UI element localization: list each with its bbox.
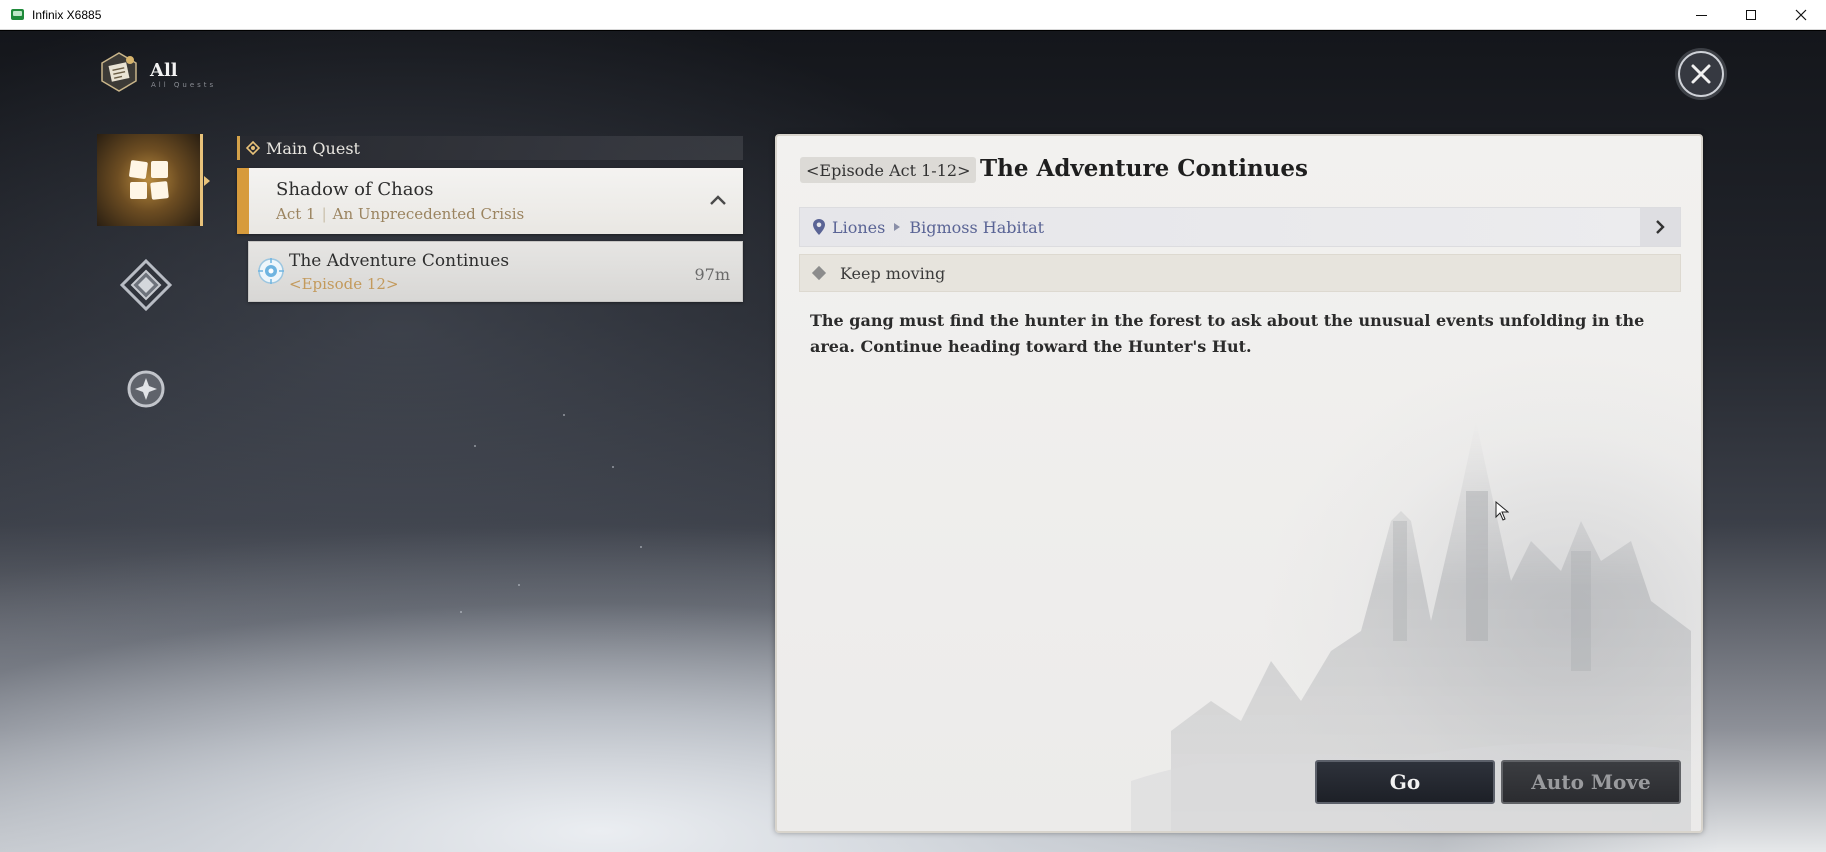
quest-grid-icon [128,160,169,200]
location-navigate-button[interactable] [1640,208,1680,246]
auto-move-button[interactable]: Auto Move [1501,760,1681,804]
maximize-icon [1746,10,1756,20]
nav-tab-events[interactable] [124,367,168,411]
chapter-card[interactable]: Shadow of Chaos Act 1 | An Unprecedented C… [237,168,743,234]
quest-item-distance: 97m [694,265,730,284]
page-subtitle: All Quests [151,81,217,89]
chevron-up-icon[interactable] [709,193,727,207]
window-controls [1676,0,1826,30]
location-region: Liones [832,217,886,237]
background-star [640,546,642,548]
background-star [518,584,520,586]
page-title: All [150,60,178,81]
close-icon [1795,9,1807,21]
window-title: Infinix X6885 [32,7,102,22]
section-header-main-quest: Main Quest [237,136,743,160]
quest-detail-panel: <Episode Act 1-12> The Adventure Continu… [775,134,1703,833]
location-pin-icon [813,219,825,235]
background-star [612,466,614,468]
separator: | [321,205,327,223]
diamond-compass-icon [120,259,172,311]
caret-right-icon [894,223,901,231]
quest-item-title: The Adventure Continues [289,251,510,271]
section-label: Main Quest [266,138,360,158]
chevron-right-icon [1656,220,1665,234]
background-star [474,445,476,447]
window-titlebar: Infinix X6885 [0,0,1826,30]
target-marker-icon [258,258,284,284]
nav-tab-side-quests[interactable] [118,257,174,313]
quest-description: The gang must find the hunter in the for… [810,311,1645,356]
chapter-subtitle: Act 1 | An Unprecedented Crisis [276,205,524,223]
objective-diamond-icon [811,265,827,281]
minimize-button[interactable] [1676,0,1726,30]
location-bar[interactable]: Liones Bigmoss Habitat [799,207,1681,247]
quest-diamond-icon [246,141,260,155]
location-area: Bigmoss Habitat [909,217,1045,237]
minimize-icon [1695,14,1707,16]
app-icon [11,9,24,20]
objective-text: Keep moving [840,263,946,283]
chapter-act-name: An Unprecedented Crisis [332,205,525,223]
episode-badge: <Episode Act 1-12> [800,157,977,183]
mouse-cursor-icon [1495,501,1509,521]
game-viewport: All All Quests Main Quest Shadow of Chao… [0,31,1826,852]
quest-list-item[interactable]: The Adventure Continues <Episode 12> 97m [248,241,743,302]
window-close-button[interactable] [1776,0,1826,30]
nav-tab-all-quests[interactable] [97,134,210,226]
close-icon [1691,64,1711,84]
background-star [563,414,565,416]
chapter-title: Shadow of Chaos [276,179,434,200]
quest-emblem-icon [98,51,140,93]
chapter-act: Act 1 [276,205,316,223]
quest-detail-title: The Adventure Continues [980,155,1308,182]
quest-item-episode: <Episode 12> [289,275,399,293]
close-panel-button[interactable] [1678,51,1724,97]
star-circle-icon [127,370,165,408]
maximize-button[interactable] [1726,0,1776,30]
go-button[interactable]: Go [1315,760,1495,804]
background-star [460,611,462,613]
objective-bar: Keep moving [799,254,1681,292]
